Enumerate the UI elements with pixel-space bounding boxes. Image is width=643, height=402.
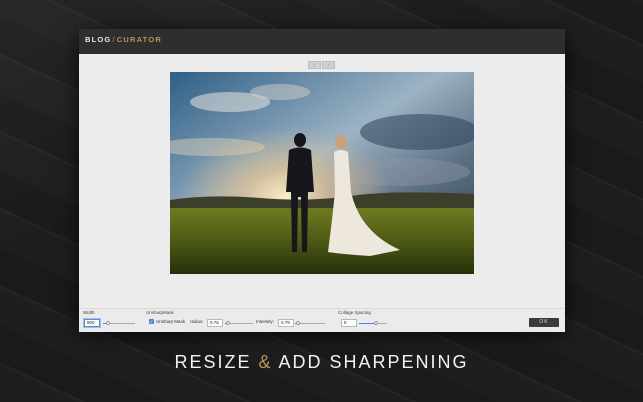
app-window: BLOG/CURATOR ‹ › Width 800 UnsharpMask ✓…	[79, 29, 565, 332]
next-image-button[interactable]: ›	[322, 61, 335, 69]
unsharp-checkbox[interactable]: ✓	[149, 319, 154, 324]
unsharp-group-label: UnsharpMask	[146, 310, 174, 315]
app-logo: BLOG/CURATOR	[85, 35, 162, 44]
radius-label: radius:	[190, 319, 204, 324]
logo-word-curator: CURATOR	[116, 35, 162, 44]
width-input[interactable]: 800	[84, 319, 100, 327]
intensity-slider-knob[interactable]	[296, 321, 300, 325]
settings-bar: Width 800 UnsharpMask ✓ Unsharp Mask rad…	[79, 308, 565, 332]
radius-slider-knob[interactable]	[225, 321, 230, 325]
prev-image-button[interactable]: ‹	[308, 61, 321, 69]
collage-spacing-label: Collage Spacing	[338, 310, 371, 315]
unsharp-checkbox-label: Unsharp Mask	[156, 319, 186, 324]
collage-spacing-slider[interactable]	[359, 321, 387, 325]
preview-image	[170, 72, 474, 274]
promo-headline: RESIZE & ADD SHARPENING	[0, 352, 643, 373]
width-slider[interactable]	[103, 321, 135, 325]
headline-resize: RESIZE	[174, 352, 252, 372]
intensity-slider[interactable]	[295, 321, 325, 325]
logo-word-blog: BLOG	[85, 35, 112, 44]
image-pager: ‹ ›	[308, 61, 335, 69]
intensity-input[interactable]: 0.79	[278, 319, 294, 327]
collage-spacing-input[interactable]: 8	[341, 319, 357, 327]
intensity-label: Intensity:	[256, 319, 275, 324]
width-label: Width	[83, 310, 95, 315]
headline-add-sharpening: ADD SHARPENING	[278, 352, 469, 372]
width-slider-knob[interactable]	[105, 321, 110, 325]
radius-slider[interactable]	[225, 321, 253, 325]
title-bar: BLOG/CURATOR	[79, 29, 565, 54]
headline-ampersand: &	[258, 352, 273, 372]
radius-input[interactable]: 0.75	[207, 319, 223, 327]
collage-spacing-slider-knob[interactable]	[373, 321, 378, 325]
logo-slash: /	[112, 35, 116, 44]
wedding-photo	[170, 72, 474, 274]
ok-button[interactable]: OK	[529, 318, 559, 327]
